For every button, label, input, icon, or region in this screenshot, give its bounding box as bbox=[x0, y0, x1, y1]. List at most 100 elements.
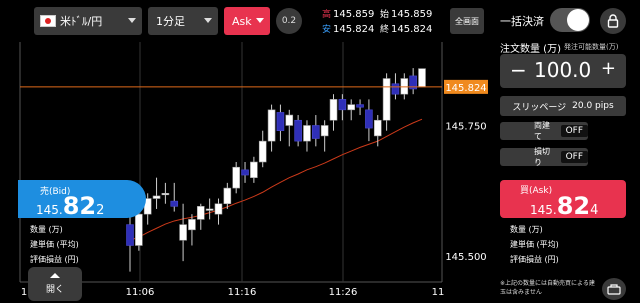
toggle-knob bbox=[567, 9, 589, 31]
order-qty-label: 注文数量 (万) bbox=[500, 44, 561, 55]
candle-body bbox=[294, 119, 302, 142]
quote-low: 安 145.824 bbox=[322, 22, 374, 35]
hedge-toggle[interactable]: 両建て OFF bbox=[500, 121, 588, 141]
chevron-down-icon bbox=[128, 18, 136, 23]
candle-body bbox=[356, 104, 364, 108]
fullscreen-button[interactable]: 全画面 bbox=[450, 8, 484, 34]
candle-body bbox=[196, 206, 205, 220]
candle-body bbox=[320, 125, 329, 137]
bid-price-big: 82 bbox=[62, 192, 97, 220]
qty-plus-button[interactable]: + bbox=[601, 58, 616, 79]
cart-icon bbox=[607, 284, 621, 295]
candle-body bbox=[329, 99, 338, 121]
sell-bid-button[interactable]: 売(Bid) 145.822 bbox=[18, 180, 146, 220]
close-value: 145.824 bbox=[391, 24, 433, 35]
candle-body bbox=[418, 68, 426, 88]
open-value: 145.859 bbox=[391, 9, 433, 20]
price-side-label: Ask bbox=[232, 14, 252, 28]
current-price-line: 145.824 bbox=[20, 79, 488, 94]
candle-body bbox=[373, 119, 382, 137]
chevron-down-icon bbox=[204, 18, 212, 23]
quote-open: 始 145.859 bbox=[380, 7, 432, 20]
low-value: 145.824 bbox=[333, 24, 375, 35]
ask-price-prefix: 145. bbox=[530, 203, 557, 217]
chart-grid bbox=[19, 42, 443, 283]
candle-body bbox=[188, 219, 196, 231]
slippage-setting[interactable]: スリッページ 20.0 pips bbox=[500, 96, 626, 116]
chevron-up-icon bbox=[50, 273, 60, 278]
candle-body bbox=[135, 213, 143, 246]
ask-price: 145.824 bbox=[530, 192, 598, 220]
candle-body bbox=[241, 169, 249, 176]
order-qty-available-label: 発注可能数量(万) bbox=[564, 43, 619, 51]
ask-qty-label: 数量 (万) bbox=[510, 225, 543, 234]
candle-body bbox=[232, 166, 240, 189]
ask-price-big: 82 bbox=[556, 192, 591, 220]
bulk-settle-toggle[interactable] bbox=[550, 8, 590, 32]
candle-body bbox=[303, 125, 311, 142]
lock-button[interactable] bbox=[600, 8, 626, 34]
bid-price-last: 2 bbox=[96, 203, 105, 218]
candles-layer bbox=[126, 68, 426, 272]
open-label: 始 bbox=[380, 10, 390, 20]
candle-body bbox=[400, 78, 409, 95]
candle-body bbox=[152, 195, 161, 199]
x-axis: 1 11:06 11:16 11:26 11 bbox=[21, 287, 445, 297]
position-qty-label: 数量 (万) bbox=[30, 225, 63, 234]
x-tick-label: 11:26 bbox=[329, 287, 358, 297]
quote-close: 終 145.824 bbox=[380, 22, 432, 35]
qty-minus-button[interactable]: − bbox=[510, 58, 527, 82]
price-side-dropdown[interactable]: Ask bbox=[224, 7, 270, 35]
currency-pair-dropdown[interactable]: 米ﾄﾞﾙ/円 bbox=[34, 7, 142, 35]
candle-body bbox=[338, 99, 347, 111]
candle-body bbox=[205, 208, 214, 211]
candle-body bbox=[347, 104, 356, 111]
candle-body bbox=[365, 109, 373, 129]
quantity-stepper: − 100.0 + bbox=[500, 54, 626, 88]
timeframe-label: 1分足 bbox=[156, 15, 185, 28]
order-history-button[interactable] bbox=[602, 278, 626, 300]
open-panel-button[interactable]: 開く bbox=[28, 267, 82, 301]
currency-pair-label: 米ﾄﾞﾙ/円 bbox=[60, 15, 103, 28]
position-pl-label: 評価損益 (円) bbox=[30, 255, 79, 264]
ask-price-last: 4 bbox=[590, 203, 599, 218]
top-toolbar: 米ﾄﾞﾙ/円 1分足 Ask 0.2 高 145.859 始 145.859 安 14… bbox=[0, 0, 492, 42]
timeframe-dropdown[interactable]: 1分足 bbox=[148, 7, 218, 35]
close-label: 終 bbox=[380, 25, 390, 35]
y-tick-label: 145.500 bbox=[445, 252, 486, 263]
open-button-label: 開く bbox=[45, 285, 64, 295]
candle-body bbox=[126, 224, 134, 246]
slippage-value: 20.0 pips bbox=[572, 101, 614, 111]
footnote: ※上記の数量には自動売買による建玉は含みません bbox=[500, 280, 595, 296]
candle-body bbox=[258, 140, 267, 163]
candle-body bbox=[285, 114, 294, 126]
candle-body bbox=[170, 200, 179, 207]
ask-avg-label: 建単価 (平均) bbox=[510, 240, 559, 249]
x-tick-label: 1 bbox=[21, 287, 27, 297]
japan-flag-icon bbox=[40, 15, 56, 27]
hedge-value: OFF bbox=[560, 125, 588, 137]
candle-body bbox=[250, 161, 258, 178]
high-label: 高 bbox=[322, 10, 332, 20]
y-axis: 145.750 145.500 bbox=[445, 121, 486, 262]
candle-body bbox=[391, 83, 400, 95]
qty-input[interactable]: 100.0 bbox=[534, 58, 591, 82]
low-label: 安 bbox=[322, 25, 332, 35]
buy-ask-button[interactable]: 買(Ask) 145.824 bbox=[500, 180, 626, 220]
bid-price: 145.822 bbox=[36, 192, 104, 220]
high-value: 145.859 bbox=[333, 9, 375, 20]
candle-body bbox=[382, 78, 391, 121]
position-avg-label: 建単価 (平均) bbox=[30, 240, 79, 249]
stop-loss-toggle[interactable]: 損切り OFF bbox=[500, 147, 588, 167]
stop-loss-label: 損切り bbox=[534, 147, 550, 167]
slippage-label: スリッページ bbox=[512, 102, 567, 113]
x-tick-label: 11 bbox=[432, 287, 445, 297]
candle-body bbox=[312, 125, 320, 139]
bulk-settle-label: 一括決済 bbox=[500, 15, 544, 28]
candle-body bbox=[276, 112, 285, 131]
lock-icon bbox=[607, 14, 619, 28]
spread-badge: 0.2 bbox=[276, 8, 302, 34]
candle-body bbox=[223, 187, 232, 205]
x-tick-label: 11:16 bbox=[228, 287, 257, 297]
x-tick-label: 11:06 bbox=[126, 287, 155, 297]
